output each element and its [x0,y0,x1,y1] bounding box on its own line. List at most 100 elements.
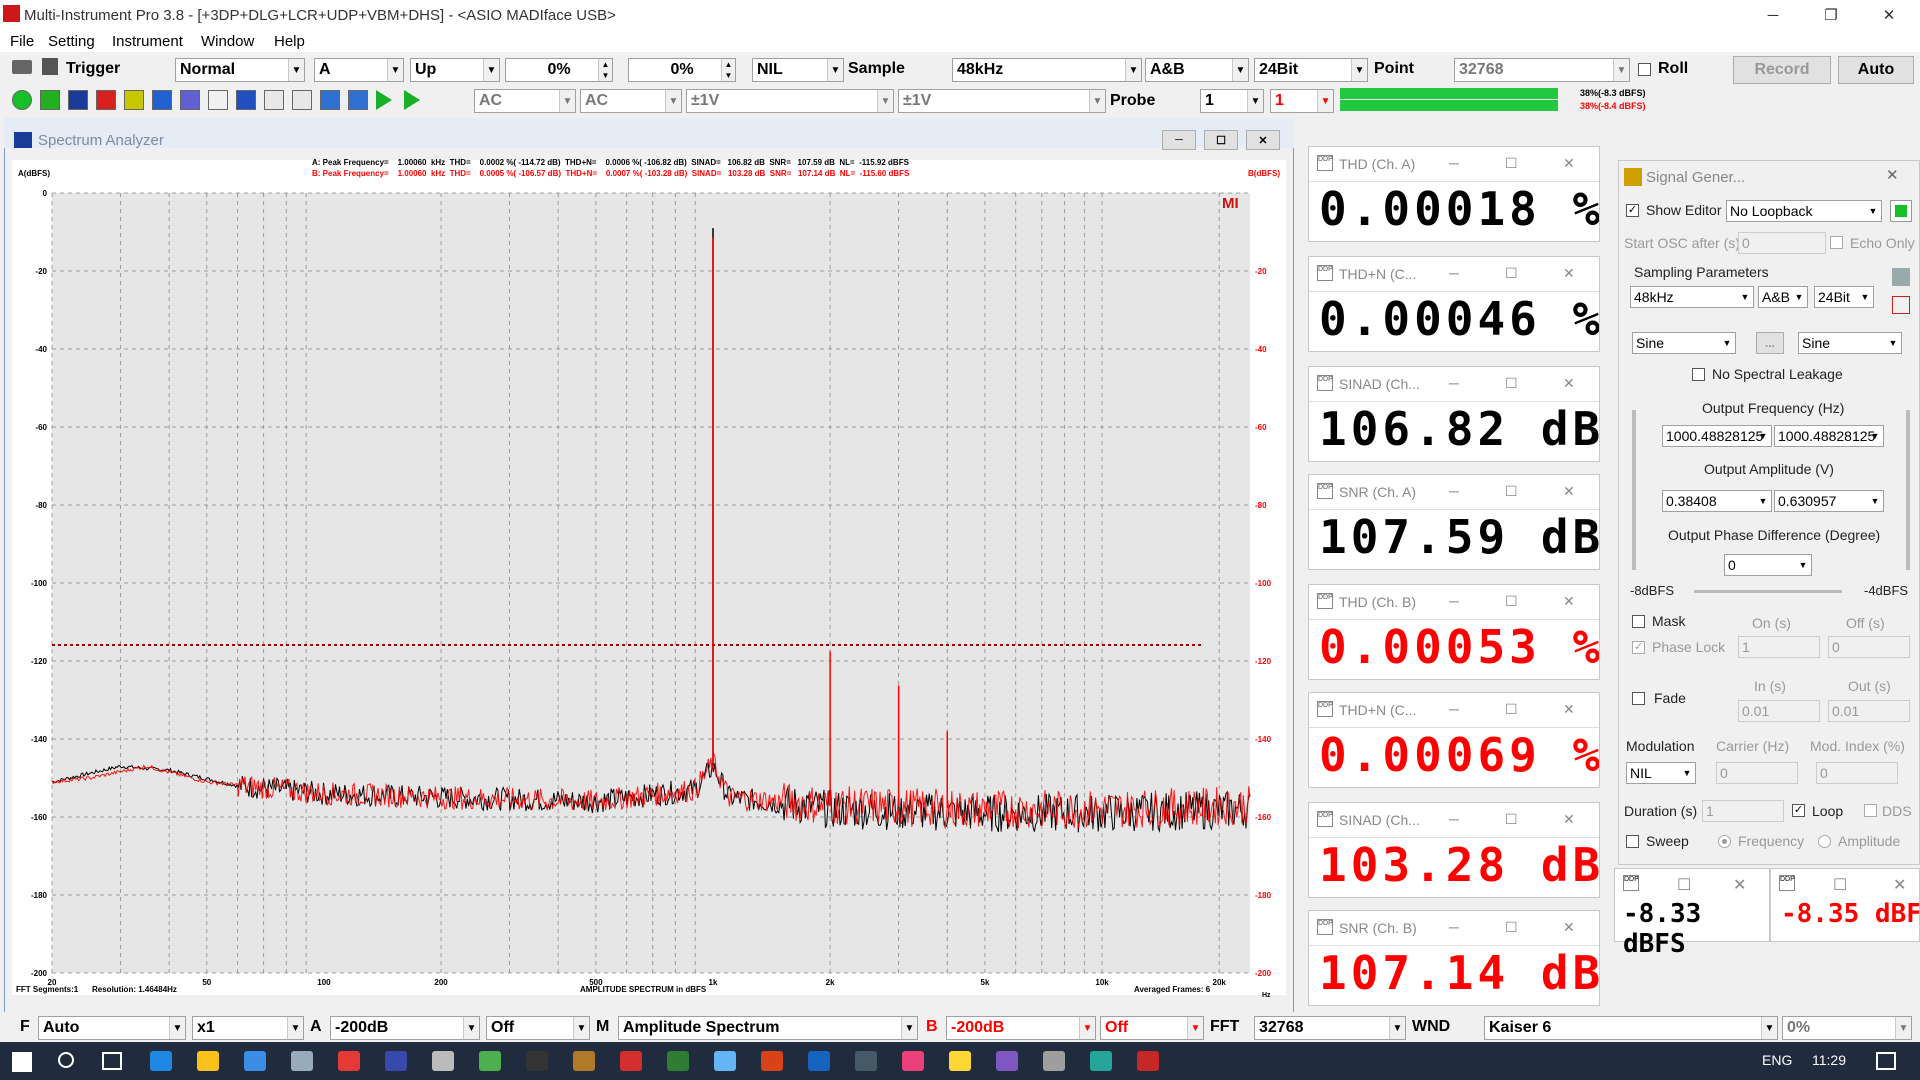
close-icon[interactable]: ✕ [1563,155,1575,172]
frequency-a-select[interactable]: 1000.48828125 ▼ [1662,425,1772,447]
close-icon[interactable]: ✕ [1563,375,1575,392]
sample-rate-select[interactable]: 48kHz ▼ [952,58,1142,82]
maximize-icon[interactable]: ☐ [1505,155,1518,172]
close-icon[interactable]: ✕ [1733,875,1746,895]
maximize-icon[interactable]: ☐ [1505,593,1518,610]
mail-icon[interactable] [291,1051,313,1071]
close-icon[interactable]: ✕ [1563,701,1575,718]
language-indicator[interactable]: ENG [1762,1052,1792,1068]
start-osc-input[interactable]: 0 [1738,232,1826,254]
sg-close-button[interactable]: ✕ [1886,166,1899,184]
excel-icon[interactable] [667,1051,689,1071]
spectrum-chart[interactable]: 0 -20 -20 -40 -40 -60 -60 -80 -80 -100 -100 -120 -12… [12,180,1286,995]
calibration-icon[interactable] [320,90,340,110]
fade-out-input[interactable]: 0.01 [1828,700,1910,722]
modulation-select[interactable]: NIL ▼ [1626,762,1696,784]
image-icon[interactable] [1043,1051,1065,1071]
echo-only-checkbox[interactable] [1830,236,1843,249]
powerpoint-icon[interactable] [761,1051,783,1071]
run-icon[interactable] [12,90,32,110]
close-icon[interactable]: ✕ [1563,811,1575,828]
sweep-checkbox[interactable] [1626,835,1639,848]
menu-setting[interactable]: Setting [48,33,95,50]
duration-input[interactable]: 1 [1702,800,1784,822]
dds-icon[interactable] [208,90,228,110]
sg-channel-select[interactable]: A&B ▼ [1758,286,1808,308]
minimize-icon[interactable]: ─ [1449,265,1459,281]
app-icon[interactable] [432,1051,454,1071]
amplitude-slider-a[interactable] [1632,410,1636,570]
minimize-button[interactable]: ─ [1750,0,1796,30]
menu-file[interactable]: File [10,33,34,50]
menu-instrument[interactable]: Instrument [112,33,183,50]
trigger-delay-input[interactable]: 0% ▲ ▼ [628,58,736,82]
visio-icon[interactable] [808,1051,830,1071]
a-range-select[interactable]: -200dB ▼ [330,1016,480,1040]
browser-icon[interactable] [479,1051,501,1071]
minimize-icon[interactable]: ─ [1449,155,1459,171]
channel-b-icon[interactable] [292,90,312,110]
show-editor-checkbox[interactable]: ✓ [1626,204,1639,217]
range-a-select[interactable]: ±1V ▼ [686,89,894,113]
calibration-icon[interactable] [1892,296,1910,314]
auto-button[interactable]: Auto [1838,56,1914,84]
minimize-icon[interactable]: ─ [1449,375,1459,391]
sg-rate-select[interactable]: 48kHz ▼ [1630,286,1754,308]
probe-b-select[interactable]: 1 ▼ [1270,89,1334,113]
editor-icon[interactable] [949,1051,971,1071]
trigger-level-input[interactable]: 0% ▲ ▼ [505,58,613,82]
close-icon[interactable]: ✕ [1893,875,1906,895]
restore-button[interactable]: ❐ [1808,0,1854,30]
trigger-edge-select[interactable]: Up ▼ [410,58,500,82]
acrobat-icon[interactable] [620,1051,642,1071]
minimize-icon[interactable]: ─ [1449,919,1459,935]
record-button[interactable]: Record [1733,56,1831,84]
overlap-select[interactable]: 0% ▼ [1782,1016,1912,1040]
fft-size-select[interactable]: 32768 ▼ [1254,1016,1406,1040]
frequency-axis-select[interactable]: Auto ▼ [38,1016,186,1040]
dds-checkbox[interactable] [1864,804,1877,817]
spectrogram-icon[interactable] [96,90,116,110]
mask-checkbox[interactable] [1632,615,1645,628]
save-icon[interactable] [42,58,58,75]
mask-off-input[interactable]: 0 [1828,636,1910,658]
fade-in-input[interactable]: 0.01 [1738,700,1820,722]
menu-window[interactable]: Window [201,33,254,50]
close-icon[interactable]: ✕ [1563,265,1575,282]
channel-a-icon[interactable] [264,90,284,110]
task-view-icon[interactable] [102,1052,122,1070]
multi-instrument-icon[interactable] [1137,1051,1159,1071]
phase-select[interactable]: 0 ▼ [1724,554,1812,576]
paint-icon[interactable] [902,1051,924,1071]
speaker-icon[interactable] [348,90,368,110]
b-range-select[interactable]: -200dB ▼ [946,1016,1096,1040]
minimize-icon[interactable]: ─ [1449,483,1459,499]
points-select[interactable]: 32768 ▼ [1454,58,1630,82]
mode-select[interactable]: Amplitude Spectrum ▼ [618,1016,918,1040]
chrome-icon[interactable] [338,1051,360,1071]
output-icon[interactable] [152,90,172,110]
minimize-icon[interactable]: ─ [1449,593,1459,609]
close-icon[interactable]: ✕ [1563,593,1575,610]
sa-maximize-button[interactable]: ☐ [1204,130,1238,150]
minimize-icon[interactable]: ─ [1449,811,1459,827]
output-status-icon[interactable] [1890,200,1912,222]
close-icon[interactable]: ✕ [1563,483,1575,500]
loopback-select[interactable]: No Loopback ▼ [1726,200,1882,222]
range-b-select[interactable]: ±1V ▼ [898,89,1106,113]
amplitude-a-select[interactable]: 0.38408 ▼ [1662,490,1772,512]
file-explorer-icon[interactable] [197,1051,219,1071]
play-icon[interactable] [376,90,392,110]
close-icon[interactable]: ✕ [1563,919,1575,936]
play-once-icon[interactable] [404,90,420,110]
waveform-editor-button[interactable]: ... [1756,332,1784,354]
maximize-icon[interactable]: ☐ [1505,483,1518,500]
remote-icon[interactable] [1090,1051,1112,1071]
channels-select[interactable]: A&B ▼ [1145,58,1249,82]
menu-help[interactable]: Help [274,33,305,50]
save-icon[interactable] [385,1051,407,1071]
media-icon[interactable] [855,1051,877,1071]
fade-checkbox[interactable] [1632,692,1645,705]
balance-slider[interactable] [1694,590,1842,593]
search-icon[interactable] [58,1052,74,1068]
